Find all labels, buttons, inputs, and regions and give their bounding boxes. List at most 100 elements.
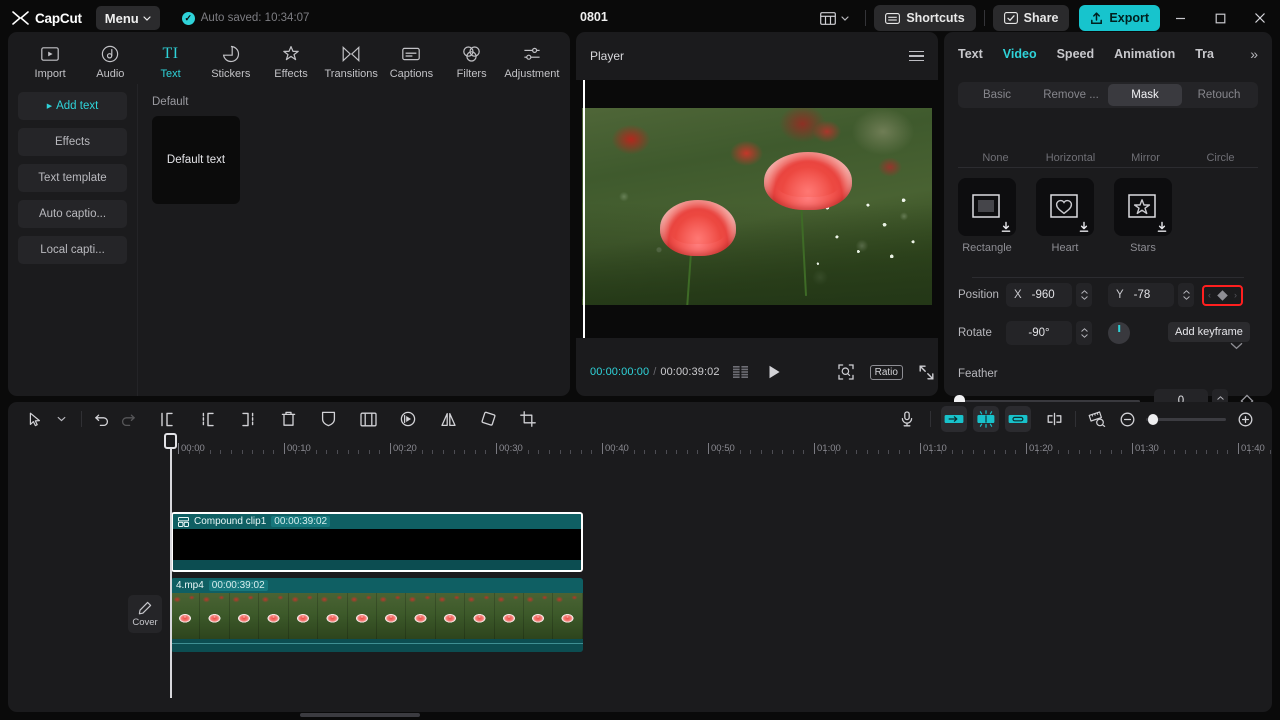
redo-icon[interactable] [115, 406, 141, 432]
tab-transitions[interactable]: Transitions [323, 38, 379, 84]
mirror-icon[interactable] [435, 406, 461, 432]
timeline-ruler[interactable]: 00:00 00:10 00:20 00:30 00:40 00:50 01:00 01:10… [128, 436, 1272, 462]
playhead-grip[interactable] [164, 433, 177, 449]
menu-button[interactable]: Menu [95, 6, 160, 30]
position-y-input[interactable]: Y -78 [1108, 283, 1174, 307]
position-keyframe-control[interactable]: ‹ › [1208, 289, 1237, 302]
tab-video[interactable]: Video [1003, 47, 1037, 61]
marker-icon[interactable] [1041, 406, 1067, 432]
hamburger-icon[interactable] [909, 50, 924, 62]
layout-button[interactable] [812, 11, 857, 25]
chevron-down-icon[interactable] [48, 406, 74, 432]
ruler-minor-tick [1227, 450, 1229, 454]
tab-speed[interactable]: Speed [1057, 47, 1095, 61]
zoom-in-icon[interactable] [1232, 406, 1258, 432]
link-clip-icon[interactable] [1005, 406, 1031, 432]
chevron-down-icon[interactable] [1230, 342, 1243, 350]
keyframe-diamond-icon[interactable] [1216, 289, 1229, 302]
microphone-icon[interactable] [894, 406, 920, 432]
timeline-zoom-slider[interactable] [1146, 413, 1226, 425]
trash-icon[interactable] [275, 406, 301, 432]
cover-button[interactable]: Cover [128, 595, 162, 633]
play-button[interactable] [768, 365, 781, 379]
cursor-icon[interactable] [22, 406, 48, 432]
freeze-icon[interactable] [355, 406, 381, 432]
default-text-card-label: Default text [166, 154, 226, 166]
timeline-horizontal-scrollbar[interactable] [300, 713, 420, 717]
timeline-zoom-knob[interactable] [1148, 413, 1158, 425]
tab-adjustment[interactable]: Adjustment [504, 38, 560, 84]
mask-option-heart[interactable]: Heart [1036, 178, 1094, 254]
zoom-out-icon[interactable] [1114, 406, 1140, 432]
subtab-basic[interactable]: Basic [960, 84, 1034, 106]
shortcuts-button[interactable]: Shortcuts [874, 5, 976, 31]
ruler-minor-tick [220, 450, 222, 454]
clip-filmstrip [171, 593, 583, 639]
tab-animation[interactable]: Animation [1114, 47, 1175, 61]
ruler-label: 01:40 [1241, 443, 1265, 454]
frames-icon[interactable] [732, 366, 749, 378]
mask-shape-scroller[interactable]: None Horizontal Mirror Circle Rectangle … [944, 152, 1272, 272]
tab-audio[interactable]: Audio [82, 38, 138, 84]
sidebar-item-local-captions[interactable]: Local capti... [18, 236, 127, 264]
sparkle-clip-icon[interactable] [973, 406, 999, 432]
tab-text[interactable]: TI Text [142, 38, 198, 84]
prev-keyframe-icon[interactable]: ‹ [1208, 290, 1211, 300]
tab-label: Text [160, 68, 181, 80]
sidebar-item-add-text[interactable]: ▶ Add text [18, 92, 127, 120]
chevron-double-right-icon[interactable]: » [1250, 46, 1258, 62]
timeline-clip-compound[interactable]: Compound clip1 00:00:39:02 [171, 512, 583, 572]
filmstrip-frame [494, 593, 525, 639]
position-x-input[interactable]: X -960 [1006, 283, 1072, 307]
rotate-input[interactable]: -90° [1006, 321, 1072, 345]
ruler-minor-tick [771, 450, 773, 454]
tab-text[interactable]: Text [958, 47, 983, 61]
split-icon[interactable] [195, 406, 221, 432]
ruler-minor-tick [973, 450, 974, 454]
tab-effects[interactable]: Effects [263, 38, 319, 84]
reverse-icon[interactable] [395, 406, 421, 432]
trim-right-icon[interactable] [235, 406, 261, 432]
ruler-icon[interactable] [1084, 406, 1110, 432]
crop-icon[interactable] [515, 406, 541, 432]
tab-captions[interactable]: Captions [383, 38, 439, 84]
sidebar-item-text-template[interactable]: Text template [18, 164, 127, 192]
tab-tracking[interactable]: Tra [1195, 47, 1214, 61]
rotate-icon[interactable] [475, 406, 501, 432]
sidebar-item-auto-captions[interactable]: Auto captio... [18, 200, 127, 228]
mask-option-rectangle[interactable]: Rectangle [958, 178, 1016, 254]
filters-icon [462, 44, 481, 64]
subtab-mask[interactable]: Mask [1108, 84, 1182, 106]
add-keyframe-tooltip: Add keyframe [1168, 322, 1250, 342]
zoom-fit-icon[interactable] [837, 364, 854, 380]
position-x-stepper[interactable] [1076, 283, 1092, 307]
fullscreen-icon[interactable] [919, 365, 934, 380]
current-time[interactable]: 00:00:00:00 [590, 366, 649, 378]
tab-filters[interactable]: Filters [444, 38, 500, 84]
close-button[interactable] [1240, 0, 1280, 36]
share-button[interactable]: Share [992, 5, 1070, 31]
sidebar-item-effects[interactable]: Effects [18, 128, 127, 156]
mask-option-stars[interactable]: Stars [1114, 178, 1172, 254]
export-button[interactable]: Export [1079, 5, 1160, 31]
ratio-button[interactable]: Ratio [869, 364, 903, 380]
next-keyframe-icon[interactable]: › [1234, 290, 1237, 300]
shield-icon[interactable] [315, 406, 341, 432]
ruler-major-tick [178, 443, 179, 454]
subtab-retouch[interactable]: Retouch [1182, 84, 1256, 106]
position-y-stepper[interactable] [1178, 283, 1194, 307]
tab-stickers[interactable]: Stickers [203, 38, 259, 84]
default-text-card[interactable]: Default text [152, 116, 240, 204]
adjustment-icon [523, 44, 541, 64]
player-stage[interactable] [576, 80, 938, 338]
tab-import[interactable]: Import [22, 38, 78, 84]
timeline-clip-video[interactable]: 4.mp4 00:00:39:02 [171, 578, 583, 652]
adjust-clip-icon[interactable] [941, 406, 967, 432]
rotate-stepper[interactable] [1076, 321, 1092, 345]
minimize-button[interactable] [1160, 0, 1200, 36]
maximize-button[interactable] [1200, 0, 1240, 36]
subtab-remove-bg[interactable]: Remove ... [1034, 84, 1108, 106]
rotate-dial-icon[interactable] [1108, 322, 1130, 344]
undo-icon[interactable] [89, 406, 115, 432]
trim-left-icon[interactable] [155, 406, 181, 432]
